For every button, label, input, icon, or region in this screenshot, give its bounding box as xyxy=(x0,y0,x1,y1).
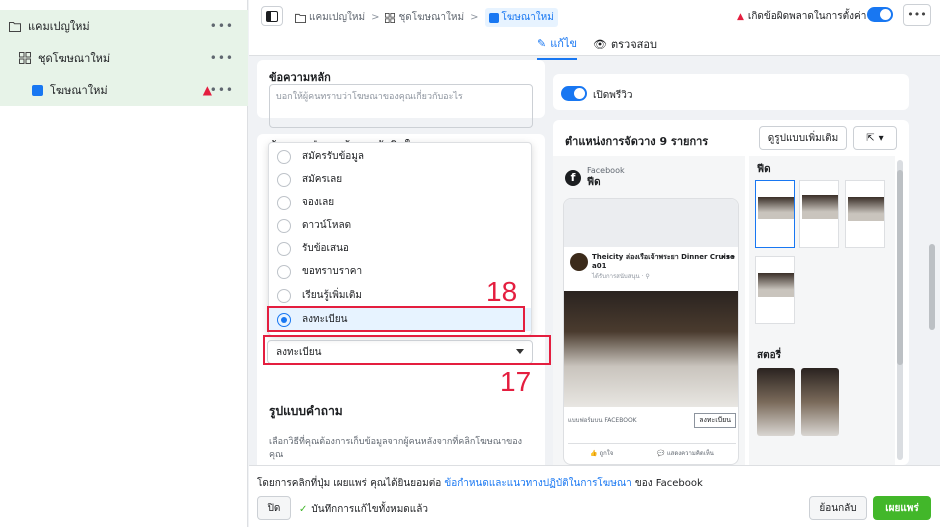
breadcrumb-ad[interactable]: โฆษณาใหม่ xyxy=(484,8,558,27)
sidebar-item-adset[interactable]: ชุดโฆษณาใหม่ ••• xyxy=(0,42,248,74)
placements-title: ตำแหน่งการจัดวาง 9 รายการ xyxy=(565,135,709,148)
cta-option[interactable]: รับข้อเสนอ xyxy=(269,237,531,260)
tab-edit[interactable]: ✎ แก้ไข xyxy=(537,34,578,60)
breadcrumb: แคมเปญใหม่ > ชุดโฆษณาใหม่ > โฆษณาใหม่ xyxy=(295,8,558,27)
sidebar-item-label: โฆษณาใหม่ xyxy=(50,84,108,97)
phone-mockup: Theicity ล่องเรือเจ้าพระยา Dinner Cruise… xyxy=(563,198,739,465)
folder-icon xyxy=(295,13,306,23)
cta-row: แบบฟอร์มบน FACEBOOK ลงทะเบียน xyxy=(568,411,736,429)
comment-icon: 💬 xyxy=(657,450,665,457)
annotation-box-dropdown xyxy=(267,306,525,332)
caret-down-icon: ▾ xyxy=(878,132,884,144)
story-thumb[interactable] xyxy=(801,368,839,436)
campaign-sidebar: แคมเปญใหม่ ••• ชุดโฆษณาใหม่ ••• โฆษณาใหม… xyxy=(0,0,248,527)
more-icon[interactable]: ••• xyxy=(210,51,234,65)
share-menu-button[interactable]: ⇱ ▾ xyxy=(853,126,897,150)
check-icon: ✓ xyxy=(299,504,308,515)
preview-toggle-label: เปิดพรีวิว xyxy=(593,90,633,101)
side-story-label: สตอรี่ xyxy=(757,350,781,361)
placement-header: f Facebook ฟีด xyxy=(565,166,625,190)
avatar xyxy=(570,253,588,271)
preview-toggle[interactable] xyxy=(561,86,587,101)
more-options-button[interactable]: ••• xyxy=(903,4,931,26)
ad-square-icon xyxy=(30,83,44,97)
grid-icon xyxy=(385,12,396,23)
reaction-row: 👍 ถูกใจ 💬 แสดงความคิดเห็น xyxy=(568,443,736,459)
annotation-box-select xyxy=(263,335,551,365)
radio-icon xyxy=(277,218,291,233)
phone-top xyxy=(564,199,738,247)
close-button[interactable]: ปิด xyxy=(257,496,291,520)
breadcrumb-campaign[interactable]: แคมเปญใหม่ xyxy=(295,10,365,25)
placement-thumb[interactable] xyxy=(799,180,839,248)
eye-icon: 👁 xyxy=(593,37,607,51)
mode-tabs: ✎ แก้ไข 👁 ตรวจสอบ xyxy=(537,34,657,60)
tab-review[interactable]: 👁 ตรวจสอบ xyxy=(593,34,657,60)
placement-thumb[interactable] xyxy=(845,180,885,248)
radio-icon xyxy=(277,241,291,256)
preview-toggle-row: เปิดพรีวิว xyxy=(553,74,909,110)
facebook-icon: f xyxy=(565,170,581,186)
sidebar-item-ad[interactable]: โฆษณาใหม่ ▲ ••• xyxy=(0,74,248,106)
publish-button[interactable]: เผยแพร่ xyxy=(873,496,931,520)
feed-preview: f Facebook ฟีด Theicity ล่องเรือเจ้าพระย… xyxy=(553,156,745,465)
ad-image xyxy=(564,291,738,407)
annotation-number-18: 18 xyxy=(486,276,518,307)
cta-option[interactable]: สมัครเลย xyxy=(269,168,531,191)
preview-panel: เปิดพรีวิว ตำแหน่งการจัดวาง 9 รายการ ดูร… xyxy=(553,60,911,465)
annotation-number-17: 17 xyxy=(500,366,532,397)
warning-icon: ▲ xyxy=(737,11,744,22)
radio-icon xyxy=(277,195,291,210)
post-header: Theicity ล่องเรือเจ้าพระยา Dinner Cruise… xyxy=(570,253,736,281)
terms-link[interactable]: ข้อกำหนดและแนวทางปฏิบัติในการโฆษณา xyxy=(444,478,631,489)
placement-thumb[interactable] xyxy=(755,180,795,248)
form-type-description: เลือกวิธีที่คุณต้องการเก็บข้อมูลจากผู้คน… xyxy=(269,437,523,460)
more-formats-button[interactable]: ดูรูปแบบเพิ่มเติม xyxy=(759,126,847,150)
panel-icon xyxy=(266,10,278,22)
placement-thumb[interactable] xyxy=(755,256,795,324)
chevron-right-icon: > xyxy=(371,12,380,23)
radio-icon xyxy=(277,264,291,279)
page-scrollbar-thumb[interactable] xyxy=(929,244,935,330)
sidebar-item-label: แคมเปญใหม่ xyxy=(28,20,90,33)
cta-option[interactable]: สมัครรับข้อมูล xyxy=(269,145,531,168)
error-status[interactable]: ▲ เกิดข้อผิดพลาดในการตั้งค่า xyxy=(737,9,866,24)
more-icon: ••• xyxy=(720,253,736,263)
grid-icon xyxy=(18,51,32,65)
form-type-title: รูปแบบคำถาม xyxy=(269,404,343,418)
radio-icon xyxy=(277,149,291,164)
top-bar: แคมเปญใหม่ > ชุดโฆษณาใหม่ > โฆษณาใหม่ ▲ … xyxy=(249,0,940,60)
ad-status-toggle[interactable] xyxy=(867,7,893,22)
sidebar-item-campaign[interactable]: แคมเปญใหม่ ••• xyxy=(0,10,248,42)
cta-option[interactable]: จองเลย xyxy=(269,191,531,214)
folder-icon xyxy=(8,19,22,33)
terms-text: โดยการคลิกที่ปุ่ม เผยแพร่ คุณได้ยินยอมต่… xyxy=(257,478,703,489)
primary-text-section: ข้อความหลัก บอกให้ผู้คนทราบว่าโฆษณาของคุ… xyxy=(257,60,545,128)
story-thumb[interactable] xyxy=(757,368,795,436)
more-icon[interactable]: ••• xyxy=(210,19,234,33)
cta-preview-button: ลงทะเบียน xyxy=(694,412,736,428)
chevron-right-icon: > xyxy=(470,12,479,23)
radio-icon xyxy=(277,172,291,187)
editor-panel: ข้อความหลัก บอกให้ผู้คนทราบว่าโฆษณาของคุ… xyxy=(257,60,545,490)
primary-text-input[interactable]: บอกให้ผู้คนทราบว่าโฆษณาของคุณเกี่ยวกับอะ… xyxy=(269,84,533,128)
footer: โดยการคลิกที่ปุ่ม เผยแพร่ คุณได้ยินยอมต่… xyxy=(249,465,940,527)
pencil-icon: ✎ xyxy=(537,36,547,50)
like-icon: 👍 xyxy=(590,450,598,457)
sidebar-item-label: ชุดโฆษณาใหม่ xyxy=(38,52,111,65)
side-feed-label: ฟีด xyxy=(757,164,771,175)
external-link-icon: ⇱ xyxy=(866,132,875,144)
back-button[interactable]: ย้อนกลับ xyxy=(809,496,867,520)
more-icon[interactable]: ••• xyxy=(210,83,234,97)
ad-square-icon xyxy=(488,12,499,23)
radio-icon xyxy=(277,288,291,303)
preview-scrollbar-thumb[interactable] xyxy=(897,170,903,365)
toggle-sidebar-button[interactable] xyxy=(261,6,283,26)
placements-card: ตำแหน่งการจัดวาง 9 รายการ ดูรูปแบบเพิ่มเ… xyxy=(553,120,909,465)
cta-option[interactable]: ดาวน์โหลด xyxy=(269,214,531,237)
breadcrumb-adset[interactable]: ชุดโฆษณาใหม่ xyxy=(385,10,464,25)
save-status: ✓ บันทึกการแก้ไขทั้งหมดแล้ว xyxy=(299,504,428,515)
placements-list: ฟีด สตอรี่ xyxy=(749,156,895,465)
